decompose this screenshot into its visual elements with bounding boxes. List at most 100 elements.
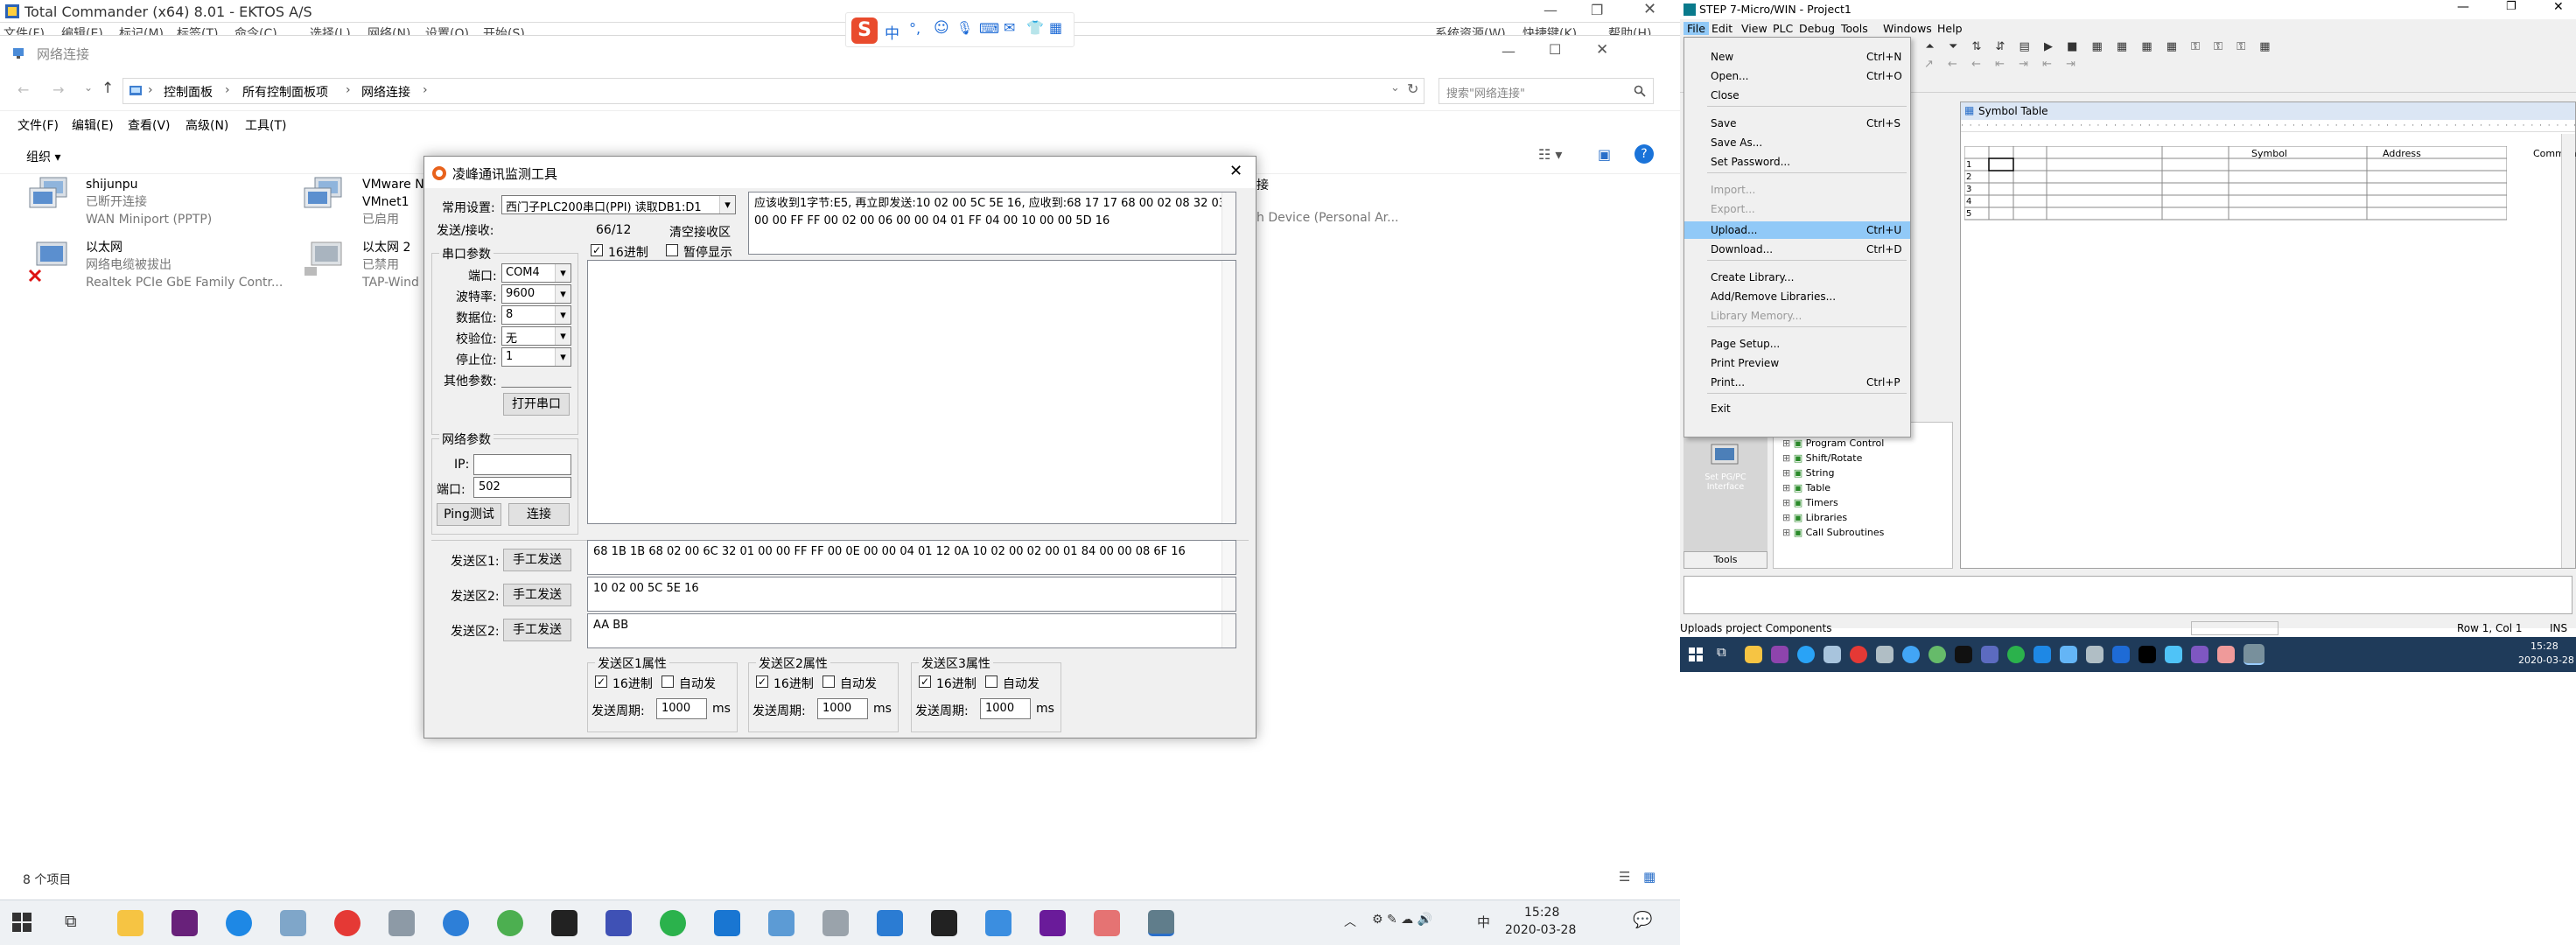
tree-node[interactable]: ⊞ ▣ Timers <box>1782 497 1838 508</box>
toolbar-icons-row1[interactable]: ▣ ⏶ ⏷ ⇅ ⇵ ▤ ▶ ■ ▦ ▦ ▦ ▦ ⚿ ⚿ ⚿ ▦ <box>1900 40 2276 53</box>
menu-debug[interactable]: Debug <box>1799 22 1835 35</box>
word-icon[interactable] <box>877 910 903 936</box>
file-menu-item-exit[interactable]: Exit <box>1684 400 1910 417</box>
file-menu-item-save-as[interactable]: Save As... <box>1684 134 1910 151</box>
connect-button[interactable]: 连接 <box>508 503 570 526</box>
expand-icon[interactable]: ⊞ <box>1782 512 1794 523</box>
manual-send-1-button[interactable]: 手工发送 <box>503 549 571 571</box>
breadcrumb-all-items[interactable]: 所有控制面板项 <box>242 83 328 101</box>
app-icon[interactable] <box>1094 910 1120 936</box>
app-icon[interactable] <box>931 910 957 936</box>
file-menu-item-page-setup[interactable]: Page Setup... <box>1684 335 1910 353</box>
microphone-icon[interactable]: 🎙 <box>956 20 973 36</box>
send1-auto-checkbox[interactable] <box>662 676 674 688</box>
tiles-view-icon[interactable]: ▦ <box>1643 869 1656 885</box>
open-port-button[interactable]: 打开串口 <box>503 393 570 416</box>
app-icon[interactable] <box>1902 646 1920 663</box>
search-box[interactable]: 搜索"网络连接" <box>1438 78 1654 104</box>
scrollbar[interactable] <box>2561 134 2575 568</box>
app-icon[interactable] <box>1850 646 1867 663</box>
port-select[interactable]: COM4 ▾ <box>501 263 571 283</box>
close-icon[interactable]: ✕ <box>2553 0 2564 14</box>
app-icon[interactable] <box>388 910 415 936</box>
menu-view[interactable]: 查看(V) <box>128 116 171 134</box>
file-menu-item-open[interactable]: Open... Ctrl+O <box>1684 67 1910 85</box>
ime-indicator[interactable]: 中 <box>1477 913 1490 931</box>
expand-icon[interactable]: ⊞ <box>1782 527 1794 538</box>
wechat-icon[interactable] <box>2007 646 2025 663</box>
menu-tools[interactable]: Tools <box>1841 22 1868 35</box>
file-menu-item-print[interactable]: Print... Ctrl+P <box>1684 374 1910 391</box>
browser-icon[interactable] <box>1797 646 1815 663</box>
app-icon[interactable] <box>334 910 360 936</box>
browser-icon[interactable] <box>226 910 252 936</box>
chevron-up-icon[interactable]: ︿ <box>1344 913 1356 930</box>
visual-studio-icon[interactable] <box>1771 646 1788 663</box>
active-app-icon[interactable] <box>2244 644 2264 665</box>
file-explorer-icon[interactable] <box>117 910 144 936</box>
response-hint-area[interactable]: 应该收到1字节:E5, 再立即发送:10 02 00 5C 5E 16, 应收到… <box>748 192 1236 255</box>
network-item-shijunpu[interactable]: shijunpu 已断开连接 WAN Miniport (PPTP) <box>86 176 212 228</box>
toolbox-icon[interactable]: ✉ <box>1004 19 1015 36</box>
send3-auto-checkbox[interactable] <box>985 676 998 688</box>
menu-edit[interactable]: 编辑(E) <box>72 116 114 134</box>
task-view-icon[interactable]: ⧉ <box>1717 644 1726 660</box>
menu-file[interactable]: 文件(F) <box>18 116 59 134</box>
terminal-icon[interactable] <box>1955 646 1972 663</box>
clock-time[interactable]: 15:28 <box>2530 640 2558 652</box>
tree-node[interactable]: ⊞ ▣ String <box>1782 467 1834 479</box>
search-icon[interactable] <box>1634 85 1646 97</box>
app-icon[interactable] <box>1824 646 1841 663</box>
file-menu-item-set-password[interactable]: Set Password... <box>1684 153 1910 171</box>
tree-node[interactable]: ⊞ ▣ Program Control <box>1782 438 1884 449</box>
windows-start-icon[interactable] <box>12 913 32 932</box>
skin-icon[interactable]: 👕 <box>1026 19 1044 36</box>
task-view-icon[interactable]: ⧉ <box>65 912 77 931</box>
send1-period-input[interactable]: 1000 <box>656 698 707 719</box>
preview-pane-icon[interactable]: ▣ <box>1598 146 1611 163</box>
network-adapter-icon[interactable] <box>301 176 348 214</box>
stopbits-select[interactable]: 1 ▾ <box>501 347 571 367</box>
visual-studio-icon[interactable] <box>1040 910 1066 936</box>
wechat-icon[interactable] <box>660 910 686 936</box>
file-menu-item-add-remove-libraries[interactable]: Add/Remove Libraries... <box>1684 288 1910 305</box>
receive-area[interactable] <box>587 260 1236 524</box>
manual-send-2-button[interactable]: 手工发送 <box>503 584 571 606</box>
chrome-icon[interactable] <box>497 910 523 936</box>
expand-icon[interactable]: ⊞ <box>1782 438 1794 449</box>
forward-icon[interactable]: → <box>52 81 64 98</box>
clock-time[interactable]: 15:28 <box>1524 906 1559 920</box>
pg-pc-interface-icon[interactable] <box>1710 443 1740 469</box>
expand-icon[interactable]: ⊞ <box>1782 452 1794 464</box>
save-app-icon[interactable] <box>606 910 632 936</box>
maximize-icon[interactable]: ☐ <box>1549 41 1561 58</box>
app-icon[interactable] <box>2086 646 2104 663</box>
send1-input[interactable]: 68 1B 1B 68 02 00 6C 32 01 00 00 FF FF 0… <box>587 540 1236 575</box>
scrollbar[interactable] <box>1222 192 1236 254</box>
app-icon[interactable] <box>2217 646 2235 663</box>
chrome-icon[interactable] <box>1928 646 1946 663</box>
ip-input[interactable] <box>473 454 571 475</box>
help-icon[interactable]: ? <box>1634 144 1654 164</box>
recv-hex-checkbox[interactable]: ✓ <box>591 244 603 256</box>
menu-file[interactable]: File <box>1684 22 1709 35</box>
menu-grid-icon[interactable]: ▦ <box>1049 19 1062 36</box>
file-menu-item-download[interactable]: Download... Ctrl+D <box>1684 241 1910 258</box>
notification-icon[interactable]: 💬 <box>1633 911 1652 929</box>
clock-date[interactable]: 2020-03-28 <box>1505 923 1576 937</box>
ethernet-disconnected-icon[interactable] <box>26 239 74 291</box>
back-icon[interactable]: ← <box>18 81 29 98</box>
view-options-icon[interactable]: ☷ ▾ <box>1538 146 1562 163</box>
send2-input[interactable]: 10 02 00 5C 5E 16 <box>587 577 1236 612</box>
emoji-icon[interactable]: ☺ <box>934 19 949 37</box>
close-icon[interactable]: ✕ <box>1596 41 1608 59</box>
app-icon[interactable] <box>280 910 306 936</box>
toolbar-icons-row2[interactable]: ↗ ↗ ← ← ⇤ ⇥ ⇤ ⇥ <box>1900 58 2081 71</box>
app-icon[interactable] <box>768 910 794 936</box>
save-app-icon[interactable] <box>1981 646 1998 663</box>
clock-date[interactable]: 2020-03-28 <box>2518 654 2574 666</box>
baud-select[interactable]: 9600 ▾ <box>501 284 571 304</box>
scrollbar[interactable] <box>1222 261 1236 523</box>
file-menu-item-new[interactable]: New Ctrl+N <box>1684 48 1910 66</box>
send3-input[interactable]: AA BB <box>587 613 1236 648</box>
